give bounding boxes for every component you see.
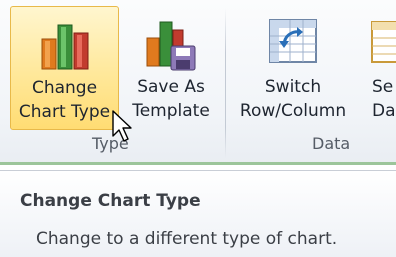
tooltip: Change Chart Type Change to a different … xyxy=(0,170,396,257)
save-as-template-label-2: Template xyxy=(132,101,210,121)
change-chart-type-label-1: Change xyxy=(31,78,98,98)
change-chart-type-button[interactable]: Change Chart Type xyxy=(10,6,119,130)
switch-icon xyxy=(269,19,317,63)
select-data-label-1: Se xyxy=(372,77,394,97)
tooltip-title: Change Chart Type xyxy=(20,191,201,211)
switch-row-column-label-2: Row/Column xyxy=(239,101,347,121)
select-data-label-2: Da xyxy=(372,101,396,121)
save-as-template-button[interactable]: Save As Template xyxy=(121,6,221,130)
switch-row-column-button[interactable]: Switch Row/Column xyxy=(230,6,356,130)
group-separator xyxy=(225,8,226,158)
change-chart-type-label-2: Chart Type xyxy=(18,102,111,122)
tooltip-description: Change to a different type of chart. xyxy=(36,229,338,249)
mouse-cursor-icon xyxy=(112,110,132,142)
save-template-icon xyxy=(146,21,196,71)
ribbon-bottom-border xyxy=(0,162,396,165)
save-as-template-label-1: Save As xyxy=(137,77,205,97)
group-label-data: Data xyxy=(312,134,351,153)
switch-row-column-label-1: Switch xyxy=(264,77,322,97)
bar-chart-icon xyxy=(41,24,88,70)
chart-tools-ribbon: Change Chart Type Save As Template Switc… xyxy=(0,0,396,165)
select-data-icon xyxy=(371,21,396,63)
select-data-button[interactable]: Se Da xyxy=(360,6,396,130)
